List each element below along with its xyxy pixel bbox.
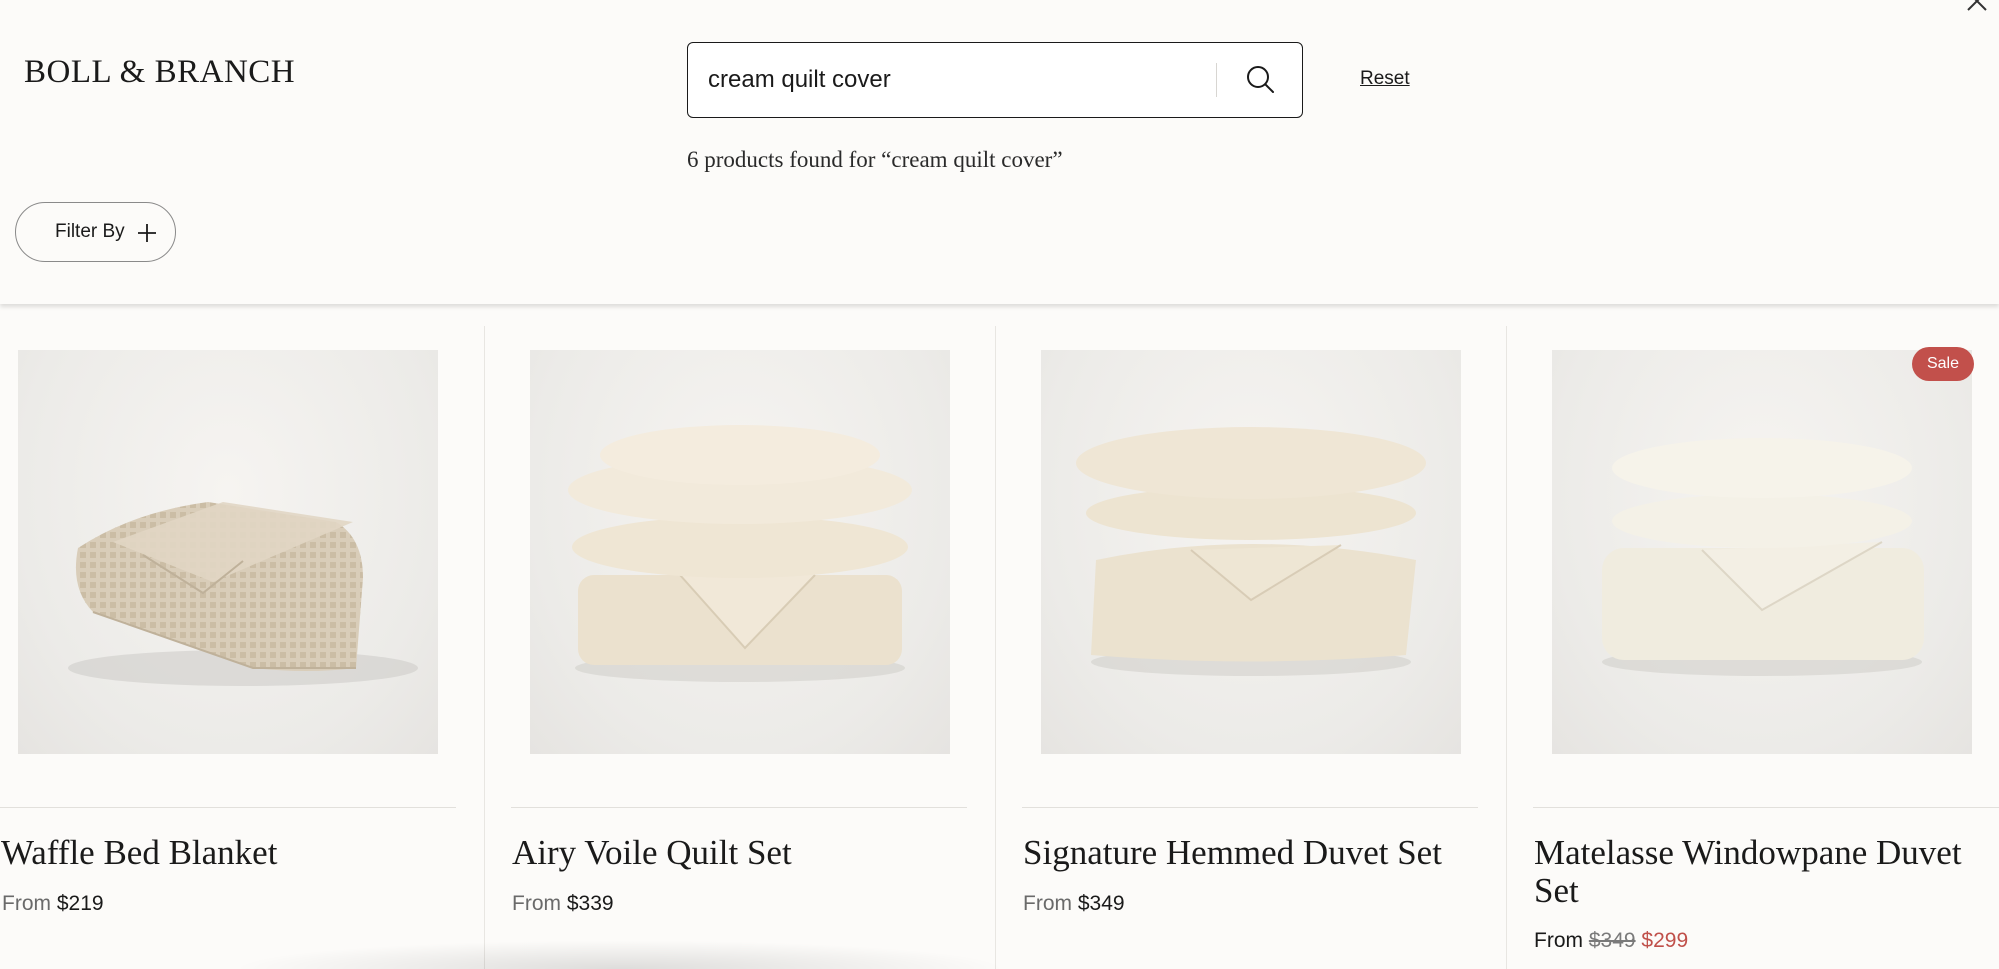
product-card[interactable]: Airy Voile Quilt Set From $339 [485, 326, 969, 969]
filter-label: Filter By [55, 221, 125, 242]
product-title[interactable]: Signature Hemmed Duvet Set [1023, 834, 1473, 872]
card-divider-line [1533, 807, 1999, 808]
search-box [687, 42, 1303, 118]
price-prefix: From [2, 892, 51, 915]
product-image[interactable] [1552, 350, 1972, 754]
card-divider-line [0, 807, 456, 808]
product-title[interactable]: Waffle Bed Blanket [1, 834, 461, 872]
search-input[interactable] [708, 43, 1228, 116]
product-card[interactable]: Sale Matelasse Windowpane Duvet Set From… [1507, 326, 1999, 969]
card-divider-line [1022, 807, 1478, 808]
product-price: From $339 [512, 892, 614, 916]
price-prefix: From [1534, 929, 1583, 952]
product-price: From $349 [1023, 892, 1125, 916]
product-title[interactable]: Matelasse Windowpane Duvet Set [1534, 834, 1984, 910]
plus-icon [138, 224, 156, 242]
product-image[interactable] [1041, 350, 1461, 754]
sale-price: $299 [1641, 929, 1689, 952]
search-icon[interactable] [1236, 55, 1284, 103]
search-header: BOLL & BRANCH Reset 6 products found for… [0, 0, 1999, 304]
price-value: $219 [56, 892, 104, 915]
product-image[interactable] [18, 350, 438, 754]
original-price: $349 [1588, 929, 1636, 952]
sale-badge: Sale [1912, 347, 1974, 381]
filter-button[interactable]: Filter By [15, 202, 176, 262]
result-count: 6 products found for “cream quilt cover” [687, 147, 1063, 172]
price-prefix: From [512, 892, 561, 915]
reset-link[interactable]: Reset [1360, 68, 1410, 90]
price-value: $349 [1077, 892, 1125, 915]
price-prefix: From [1023, 892, 1072, 915]
product-price: From $349 $299 [1534, 929, 1688, 953]
search-divider [1216, 63, 1217, 97]
product-image[interactable] [530, 350, 950, 754]
product-title[interactable]: Airy Voile Quilt Set [512, 834, 952, 872]
card-divider-line [511, 807, 967, 808]
product-card[interactable]: Waffle Bed Blanket From $219 [0, 326, 484, 969]
brand-logo[interactable]: BOLL & BRANCH [24, 54, 295, 91]
close-icon[interactable] [1962, 0, 1992, 14]
product-price: From $219 [2, 892, 104, 916]
price-value: $339 [566, 892, 614, 915]
product-card[interactable]: Signature Hemmed Duvet Set From $349 [996, 326, 1480, 969]
